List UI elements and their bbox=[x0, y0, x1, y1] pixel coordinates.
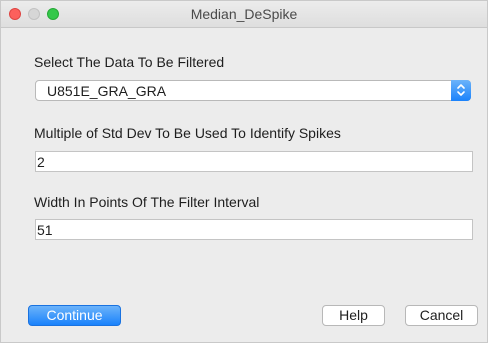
continue-button[interactable]: Continue bbox=[28, 305, 121, 326]
title-bar[interactable]: Median_DeSpike bbox=[1, 1, 487, 28]
window-title: Median_DeSpike bbox=[190, 6, 298, 22]
width-input[interactable]: 51 bbox=[35, 219, 473, 240]
dialog-window: Median_DeSpike Select The Data To Be Fil… bbox=[0, 0, 488, 343]
help-button[interactable]: Help bbox=[322, 305, 385, 326]
cancel-button[interactable]: Cancel bbox=[405, 305, 478, 326]
data-select-value: U851E_GRA_GRA bbox=[47, 83, 167, 99]
std-dev-input[interactable]: 2 bbox=[35, 151, 473, 172]
data-select-label: Select The Data To Be Filtered bbox=[34, 54, 225, 70]
std-dev-label: Multiple of Std Dev To Be Used To Identi… bbox=[34, 125, 341, 141]
width-label: Width In Points Of The Filter Interval bbox=[34, 194, 260, 210]
chevron-up-down-icon[interactable] bbox=[451, 80, 471, 101]
std-dev-value: 2 bbox=[37, 154, 45, 170]
width-value: 51 bbox=[37, 222, 53, 238]
data-select-dropdown[interactable]: U851E_GRA_GRA bbox=[35, 80, 471, 101]
